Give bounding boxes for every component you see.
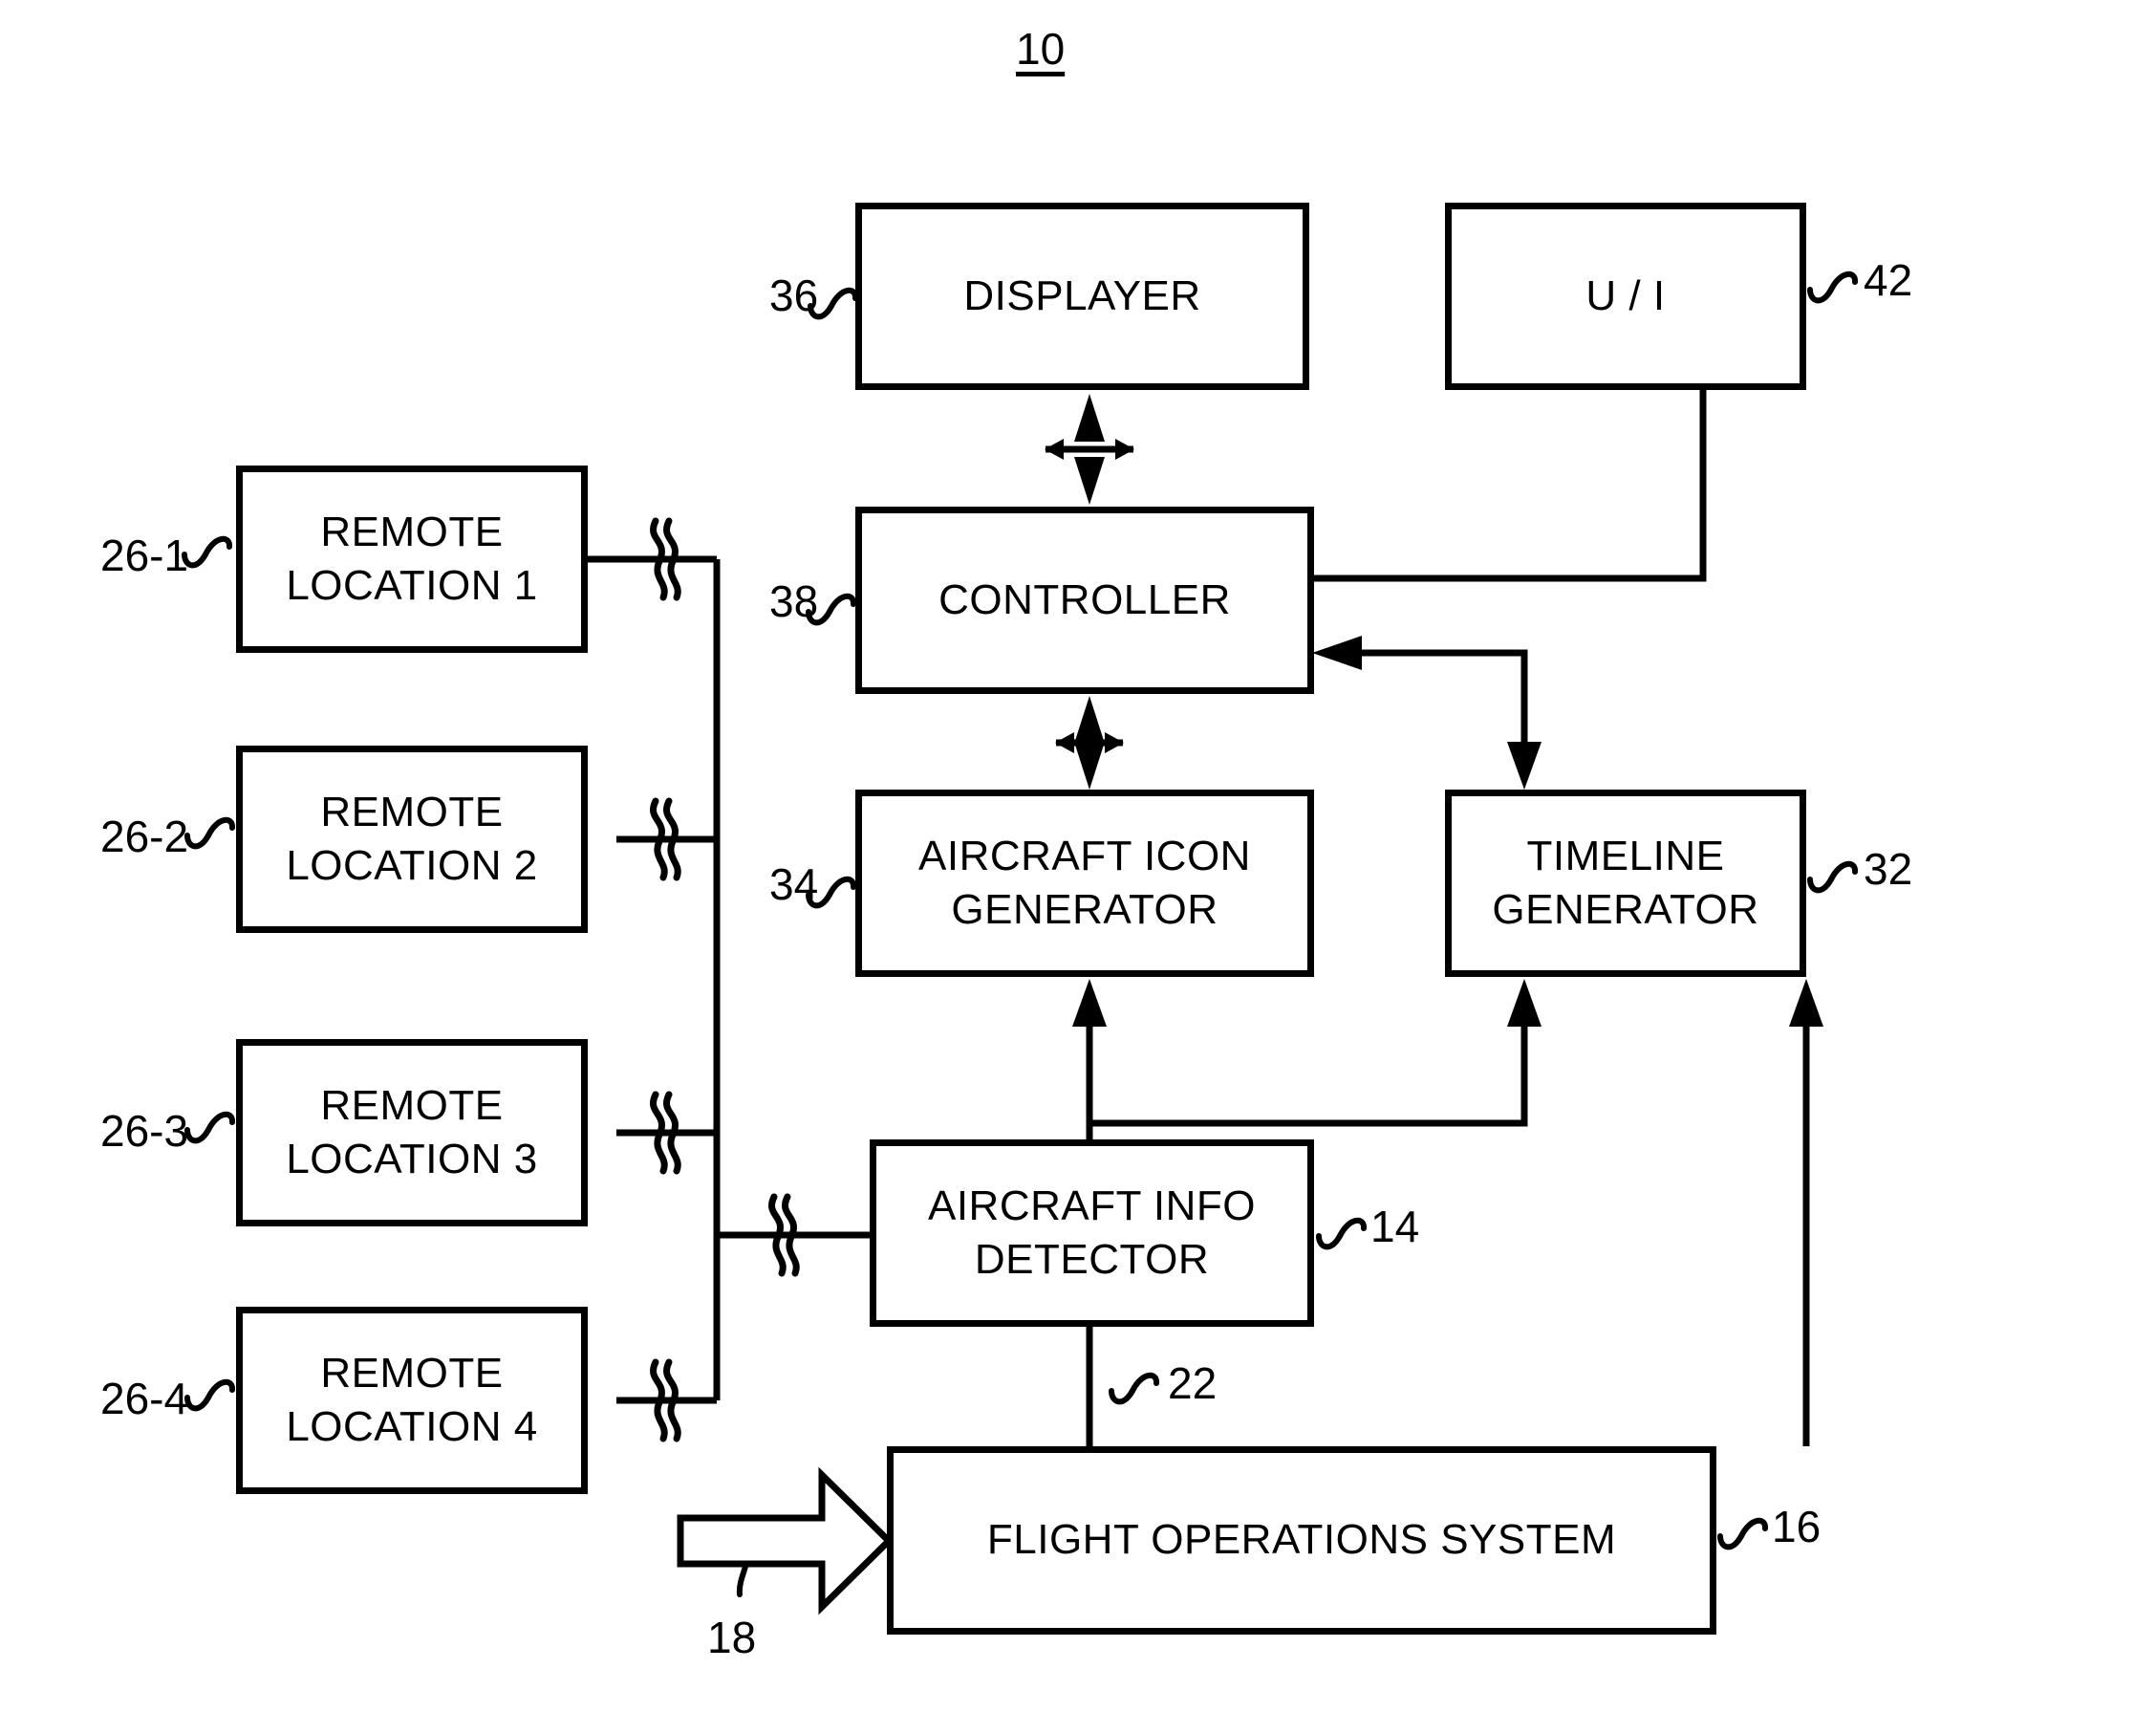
leader-16	[1738, 1517, 1768, 1539]
ref-input-arrow: 18	[707, 1613, 757, 1662]
leader-38	[827, 593, 856, 615]
patent-figure: 10 DISPLAYER 36 U / I 42 CONTROLLER 38 A…	[0, 0, 2156, 1734]
leader-42	[1828, 271, 1858, 293]
box-remote-location-3[interactable]: REMOTE LOCATION 3	[236, 1039, 588, 1226]
leader-26-2b	[184, 833, 211, 850]
arrowhead-left-controller	[1312, 636, 1362, 670]
box-remote-location-4-label: REMOTE LOCATION 4	[286, 1349, 538, 1450]
ref-remote-location-3: 26-3	[100, 1106, 189, 1156]
box-remote-location-1[interactable]: REMOTE LOCATION 1	[236, 466, 588, 653]
ref-displayer: 36	[769, 271, 819, 320]
leader-36	[829, 287, 858, 309]
box-aircraft-info-detector-label: AIRCRAFT INFO DETECTOR	[927, 1181, 1257, 1283]
ref-timeline-generator: 32	[1864, 844, 1913, 894]
box-controller[interactable]: CONTROLLER	[855, 507, 1314, 694]
box-displayer-label: DISPLAYER	[963, 271, 1201, 319]
ref-ui: 42	[1864, 255, 1913, 305]
leader-34	[827, 876, 856, 898]
box-remote-location-4[interactable]: REMOTE LOCATION 4	[236, 1307, 588, 1494]
leader-26-3b	[184, 1127, 211, 1144]
ref-aircraft-info-detector: 14	[1370, 1202, 1420, 1251]
leader-26-3	[205, 1111, 235, 1133]
box-aircraft-icon-generator[interactable]: AIRCRAFT ICON GENERATOR	[855, 790, 1314, 977]
arrowhead-down-controller	[1074, 457, 1105, 505]
box-remote-location-2[interactable]: REMOTE LOCATION 2	[236, 746, 588, 933]
arrowhead-up-icon-generator	[1072, 979, 1107, 1027]
leader-26-2	[205, 816, 235, 838]
box-aircraft-info-detector[interactable]: AIRCRAFT INFO DETECTOR	[870, 1139, 1314, 1327]
arrowhead-down-timeline-generator	[1507, 742, 1542, 790]
leader-14b	[1316, 1233, 1343, 1250]
box-timeline-generator-label: TIMELINE GENERATOR	[1492, 832, 1759, 933]
box-aircraft-icon-generator-label: AIRCRAFT ICON GENERATOR	[918, 832, 1251, 933]
leader-14	[1337, 1217, 1367, 1239]
ref-remote-location-1: 26-1	[100, 531, 189, 580]
leader-42b	[1807, 287, 1834, 304]
leader-26-1	[203, 535, 232, 557]
box-ui[interactable]: U / I	[1445, 203, 1806, 390]
ref-aircraft-icon-generator: 34	[769, 859, 819, 909]
arrowhead-up-timeline-detector	[1507, 979, 1542, 1027]
arrowhead-down-icon-generator	[1074, 742, 1105, 790]
line-break-symbols	[650, 517, 800, 1442]
arrowhead-up-timeline-flightops	[1789, 979, 1823, 1027]
box-displayer[interactable]: DISPLAYER	[855, 203, 1309, 390]
box-flight-operations-system[interactable]: FLIGHT OPERATIONS SYSTEM	[887, 1446, 1716, 1635]
ref-controller: 38	[769, 576, 819, 626]
leader-32b	[1807, 877, 1834, 894]
box-controller-label: CONTROLLER	[938, 575, 1231, 623]
ref-flight-operations-system: 16	[1772, 1502, 1822, 1551]
arrowhead-up-displayer	[1074, 394, 1105, 442]
arrowhead-up-controller	[1074, 696, 1105, 744]
connector-ui-controller	[1314, 390, 1707, 582]
input-block-arrow	[677, 1466, 894, 1615]
box-remote-location-3-label: REMOTE LOCATION 3	[286, 1081, 538, 1182]
box-remote-location-2-label: REMOTE LOCATION 2	[286, 788, 538, 889]
connector-controller-timeline-generator	[1330, 649, 1528, 776]
leader-32	[1828, 860, 1858, 882]
ref-remote-location-2: 26-2	[100, 812, 189, 861]
leader-22b	[1109, 1388, 1135, 1405]
box-timeline-generator[interactable]: TIMELINE GENERATOR	[1445, 790, 1806, 977]
leader-26-4b	[184, 1395, 211, 1412]
ref-remote-location-4: 26-4	[100, 1374, 189, 1423]
ref-detector-feed: 22	[1168, 1358, 1218, 1408]
connector-detector-timeline-generator	[1089, 994, 1528, 1127]
leader-22	[1130, 1372, 1159, 1394]
box-ui-label: U / I	[1585, 271, 1666, 319]
box-remote-location-1-label: REMOTE LOCATION 1	[286, 508, 538, 609]
leader-26-4	[205, 1378, 235, 1400]
leader-16b	[1717, 1533, 1744, 1550]
box-flight-operations-system-label: FLIGHT OPERATIONS SYSTEM	[986, 1516, 1617, 1564]
